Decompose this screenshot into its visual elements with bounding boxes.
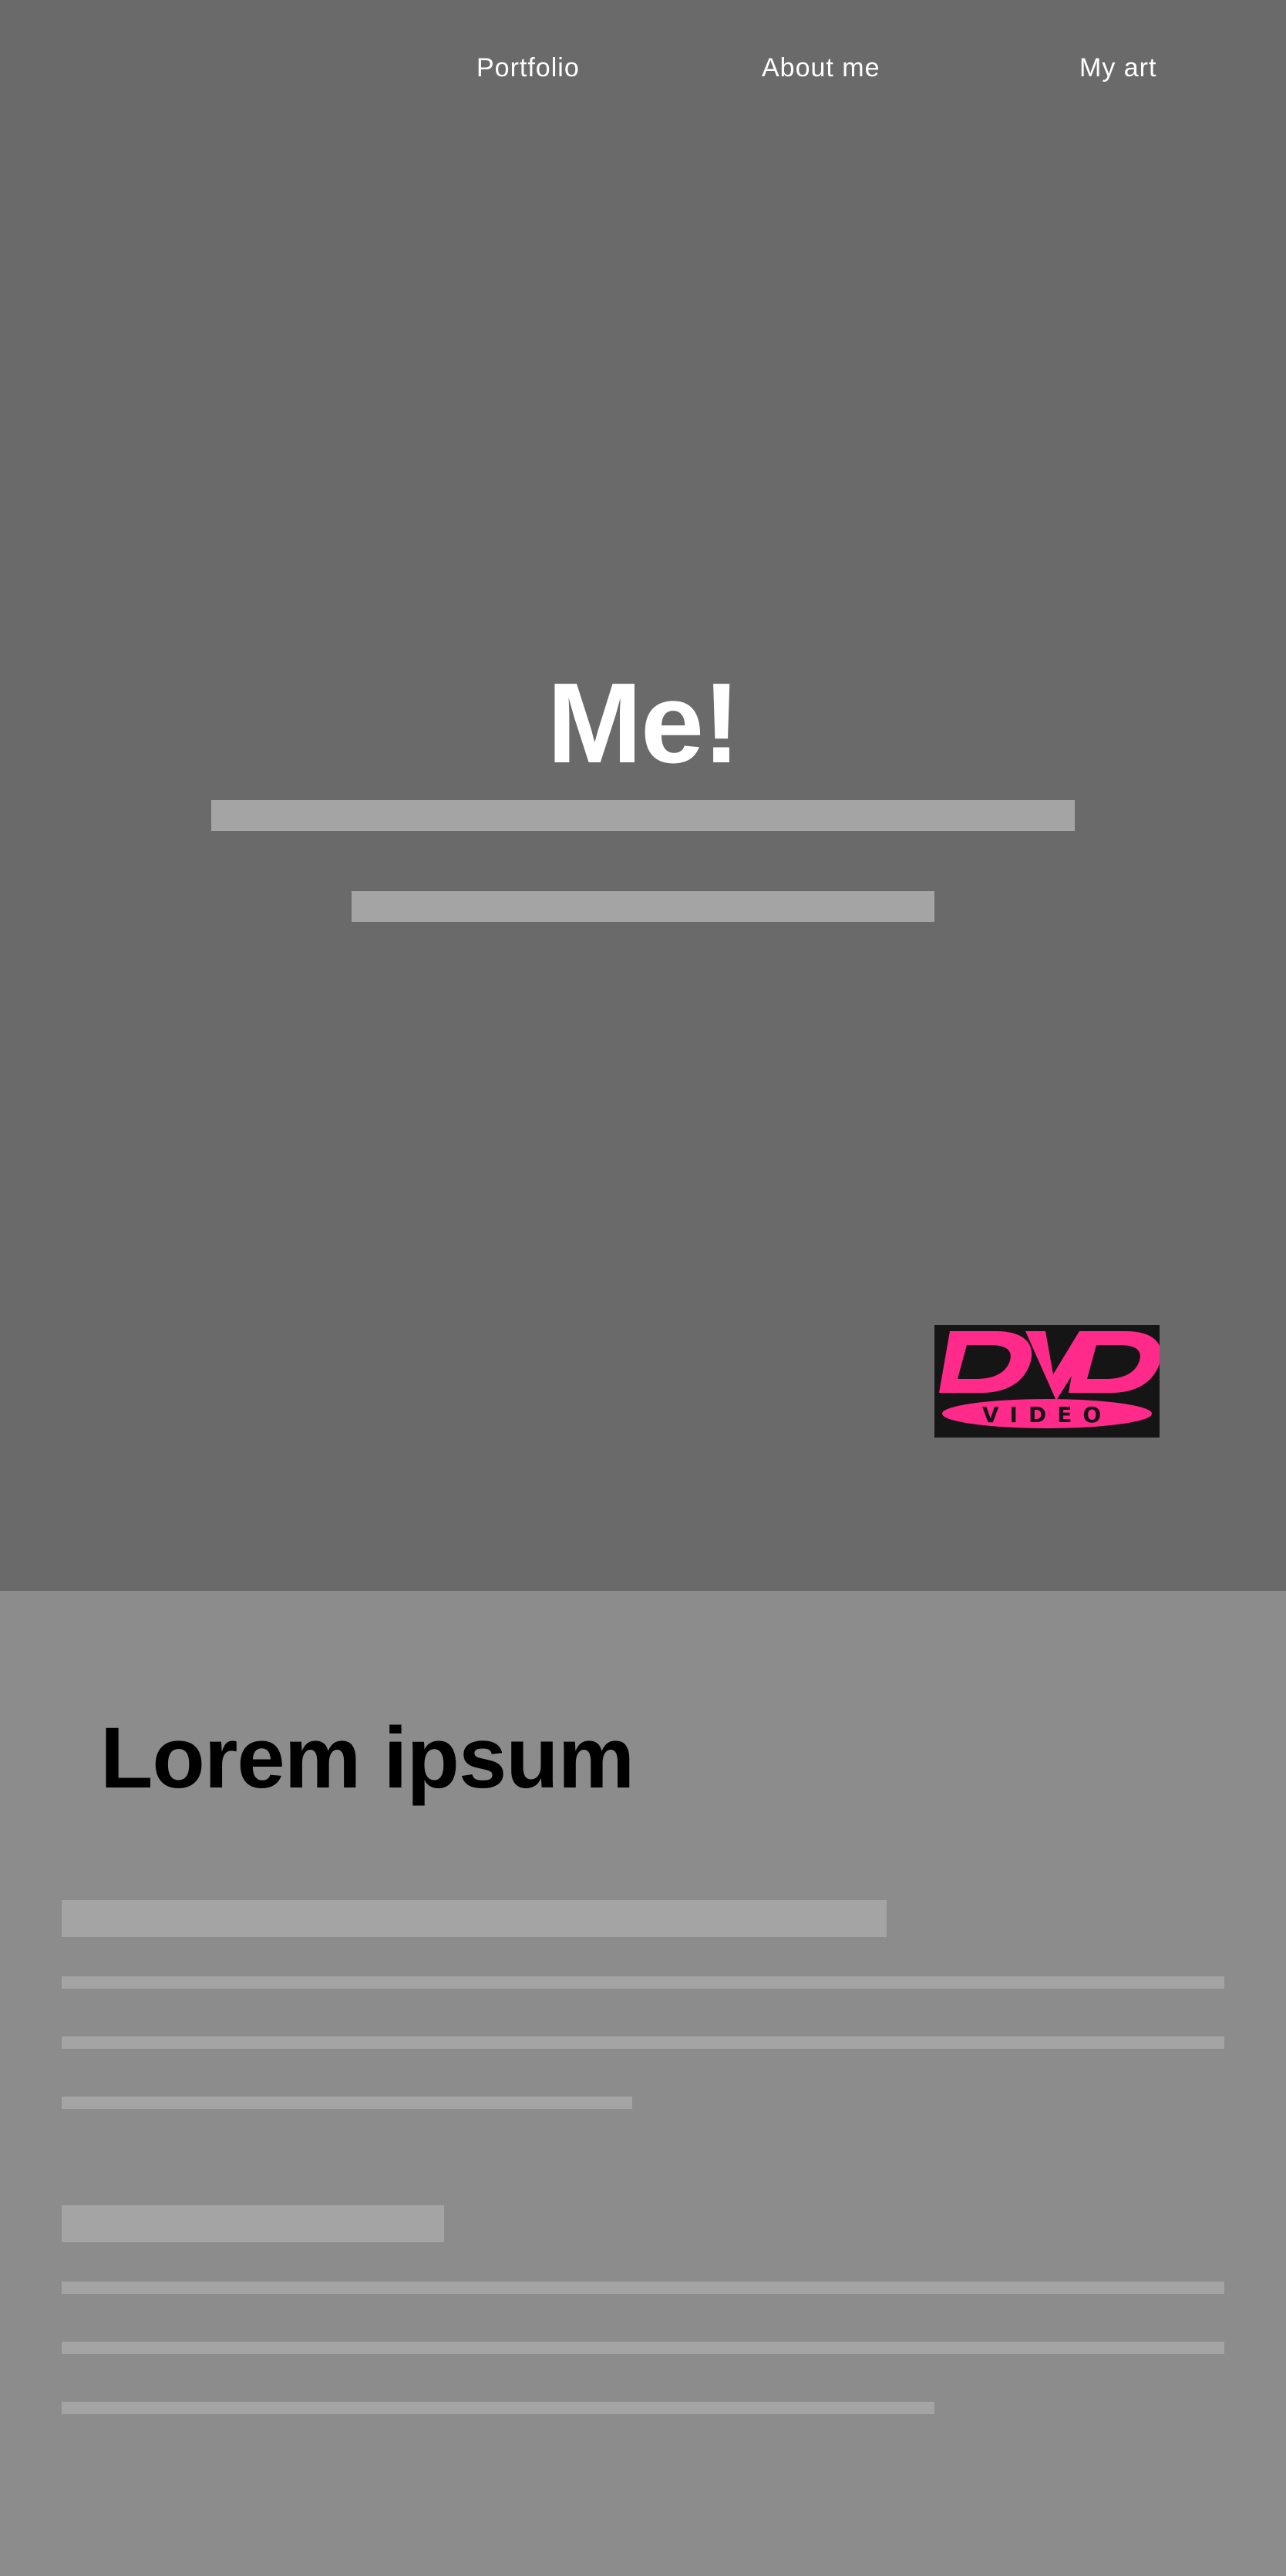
nav-link-portfolio[interactable]: Portfolio	[476, 51, 580, 85]
text-line-placeholder	[62, 2402, 934, 2414]
nav-link-my-art[interactable]: My art	[1079, 51, 1156, 85]
dvd-video-logo: VIDEO	[934, 1325, 1160, 1438]
dvd-logo-subtext: VIDEO	[982, 1402, 1112, 1428]
content-section: Lorem ipsum	[0, 1591, 1286, 2576]
hero-text-placeholder-1	[211, 800, 1075, 831]
hero-section: Portfolio About me My art Me! VIDEO	[0, 0, 1286, 1591]
text-line-placeholder	[62, 2097, 632, 2109]
text-line-placeholder	[62, 2342, 1224, 2354]
text-line-placeholder	[62, 2036, 1224, 2049]
nav-link-about-me[interactable]: About me	[762, 51, 880, 85]
text-line-placeholder	[62, 2282, 1224, 2294]
hero-text-placeholder-2	[352, 891, 934, 922]
section-title: Lorem ipsum	[100, 1710, 635, 1806]
paragraph-heading-placeholder-2	[62, 2205, 444, 2242]
paragraph-heading-placeholder-1	[62, 1900, 887, 1937]
text-line-placeholder	[62, 1976, 1224, 1989]
hero-title: Me!	[547, 660, 741, 788]
